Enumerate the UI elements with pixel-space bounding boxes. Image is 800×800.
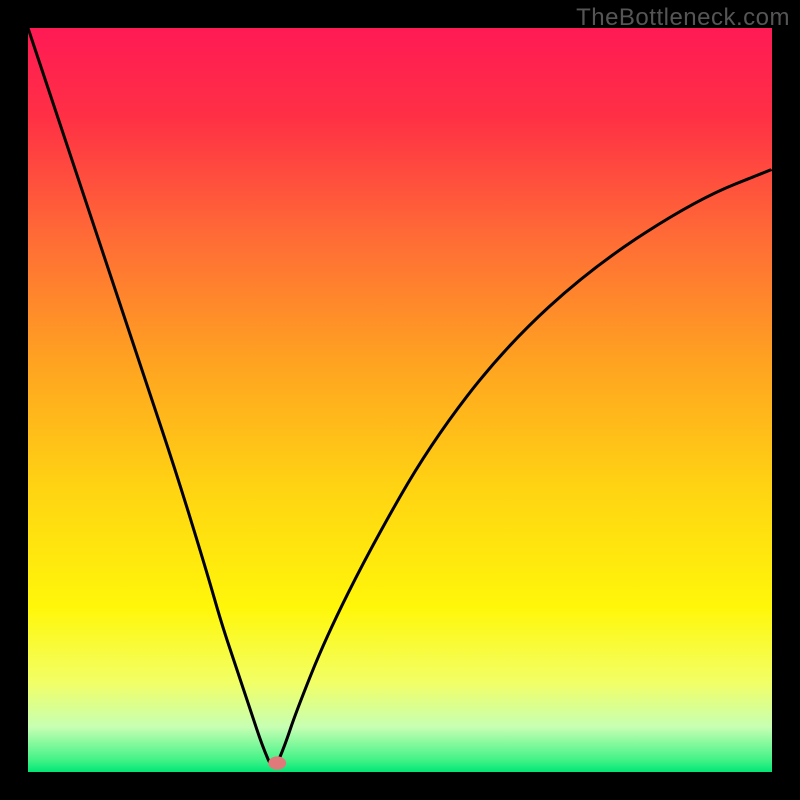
chart-frame: TheBottleneck.com — [0, 0, 800, 800]
gradient-background — [28, 28, 772, 772]
optimum-marker — [268, 756, 286, 769]
watermark-label: TheBottleneck.com — [576, 4, 790, 32]
bottleneck-curve-chart — [28, 28, 772, 772]
plot-area — [28, 28, 772, 772]
